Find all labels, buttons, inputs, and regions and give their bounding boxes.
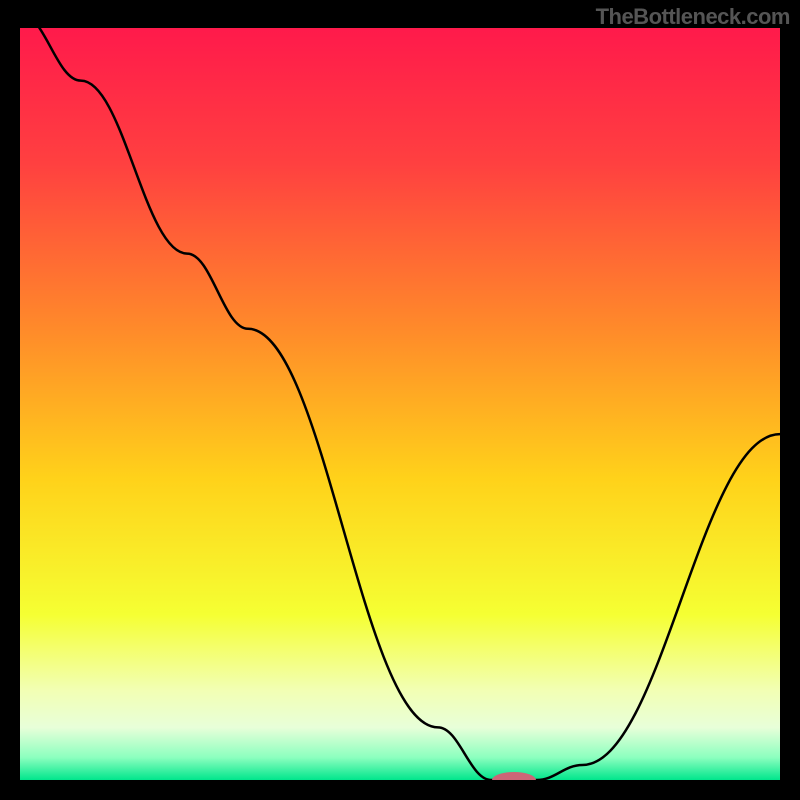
- watermark-text: TheBottleneck.com: [596, 4, 790, 30]
- gradient-background: [20, 28, 780, 780]
- optimal-marker: [492, 772, 536, 788]
- chart-frame: TheBottleneck.com: [0, 0, 800, 800]
- bottleneck-chart: [0, 0, 800, 800]
